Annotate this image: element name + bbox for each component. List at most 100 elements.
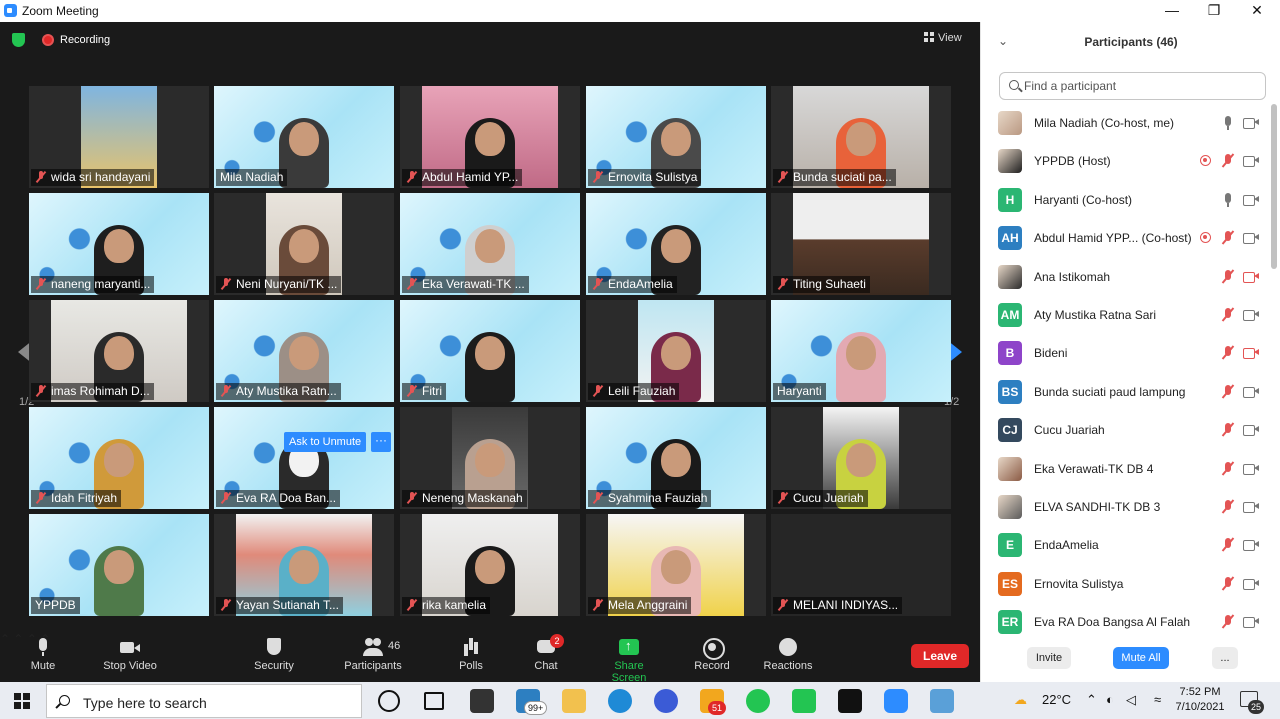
view-button[interactable]: View [924, 32, 962, 44]
mic-muted-icon[interactable] [1221, 461, 1235, 477]
taskbar-search-box[interactable]: Type here to search [46, 684, 362, 718]
task-view-icon[interactable] [424, 692, 444, 710]
video-tile[interactable]: Neni Nuryani/TK ... [214, 193, 394, 295]
mic-muted-icon[interactable] [1221, 499, 1235, 515]
participant-row[interactable]: Eka Verawati-TK DB 4 [981, 450, 1271, 488]
video-tile[interactable]: Aty Mustika Ratn... [214, 300, 394, 402]
mic-muted-icon[interactable] [1221, 614, 1235, 630]
security-shield-icon[interactable] [12, 33, 25, 47]
video-off-icon[interactable] [1243, 347, 1259, 360]
participant-row[interactable]: B Bideni [981, 334, 1271, 372]
share-screen-button[interactable]: Share Screen [596, 638, 662, 684]
mic-muted-icon[interactable] [1221, 384, 1235, 400]
video-options-caret-icon[interactable]: ⌃ [13, 632, 23, 646]
participant-row[interactable]: AM Aty Mustika Ratna Sari [981, 296, 1271, 334]
video-camera-icon[interactable] [1243, 616, 1259, 629]
reactions-button[interactable]: Reactions [760, 638, 816, 672]
participant-row[interactable]: Ana Istikomah [981, 258, 1271, 296]
leave-button[interactable]: Leave [911, 644, 969, 668]
video-tile[interactable]: naneng maryanti... [29, 193, 209, 295]
security-button[interactable]: Security [250, 638, 298, 672]
video-tile[interactable]: Haryanti [771, 300, 951, 402]
windows-start-icon[interactable] [14, 693, 30, 709]
video-tile[interactable]: Bunda suciati pa... [771, 86, 951, 188]
wifi-icon[interactable]: ≈ [1154, 692, 1161, 707]
netflix-icon[interactable] [838, 689, 862, 713]
invite-button[interactable]: Invite [1027, 647, 1071, 669]
spotify-icon[interactable] [746, 689, 770, 713]
video-tile[interactable]: YPPDB [29, 514, 209, 616]
file-explorer-icon[interactable] [562, 689, 586, 713]
video-tile[interactable]: Yayan Sutianah T... [214, 514, 394, 616]
video-tile[interactable]: Mela Anggraini [586, 514, 766, 616]
participant-row[interactable]: H Haryanti (Co-host) [981, 181, 1271, 219]
participant-list-scrollbar[interactable] [1271, 104, 1277, 269]
video-tile[interactable]: Titing Suhaeti [771, 193, 951, 295]
participant-row[interactable]: Mila Nadiah (Co-host, me) [981, 104, 1271, 142]
video-camera-icon[interactable] [1243, 194, 1259, 206]
video-tile[interactable]: Idah Fitriyah [29, 407, 209, 509]
mic-muted-icon[interactable] [1221, 345, 1235, 361]
participant-row[interactable]: ES Ernovita Sulistya [981, 565, 1271, 603]
minimize-button[interactable]: — [1152, 1, 1192, 21]
ask-to-unmute-button[interactable]: Ask to Unmute [284, 432, 367, 452]
video-tile-active-speaker[interactable]: Mila Nadiah [214, 86, 394, 188]
video-tile[interactable]: Neneng Maskanah [400, 407, 580, 509]
video-tile[interactable]: rika kamelia [400, 514, 580, 616]
video-camera-icon[interactable] [1243, 309, 1259, 321]
participant-row[interactable]: ELVA SANDHI-TK DB 3 [981, 488, 1271, 526]
store-icon[interactable] [470, 689, 494, 713]
video-tile[interactable]: Abdul Hamid YP... [400, 86, 580, 188]
video-tile[interactable]: Eka Verawati-TK ... [400, 193, 580, 295]
mute-all-button[interactable]: Mute All [1113, 647, 1169, 669]
mic-muted-icon[interactable] [1221, 537, 1235, 553]
video-tile[interactable]: MELANI INDIYAS... [771, 514, 951, 616]
mic-muted-icon[interactable] [1221, 576, 1235, 592]
video-tile[interactable]: wida sri handayani [29, 86, 209, 188]
video-camera-icon[interactable] [1243, 117, 1259, 129]
video-camera-icon[interactable] [1243, 578, 1259, 590]
video-camera-icon[interactable] [1243, 463, 1259, 475]
video-tile[interactable]: Ernovita Sulistya [586, 86, 766, 188]
participant-row[interactable]: YPPDB (Host) [981, 142, 1271, 180]
video-tile[interactable]: Fitri [400, 300, 580, 402]
zoom-taskbar-icon[interactable] [884, 689, 908, 713]
mute-button[interactable]: Mute [26, 638, 60, 672]
record-button[interactable]: Record [692, 638, 732, 672]
video-camera-icon[interactable] [1243, 155, 1259, 168]
line-messenger-icon[interactable] [792, 689, 816, 713]
video-camera-icon[interactable] [1243, 424, 1259, 437]
video-tile[interactable]: imas Rohimah D... [29, 300, 209, 402]
video-tile[interactable]: Eva RA Doa Ban... [214, 407, 394, 509]
restore-button[interactable]: ❐ [1194, 1, 1234, 21]
participant-row[interactable]: AH Abdul Hamid YPP... (Co-host) [981, 219, 1271, 257]
edge-browser-icon[interactable] [608, 689, 632, 713]
temperature-label[interactable]: 22°C [1042, 692, 1071, 707]
video-camera-icon[interactable] [1243, 539, 1259, 552]
microphone-icon[interactable] [1221, 115, 1235, 131]
participant-search-box[interactable] [999, 72, 1266, 100]
audio-options-caret-icon[interactable]: ⌃ [0, 632, 10, 646]
video-tile[interactable]: Leili Fauziah [586, 300, 766, 402]
video-camera-icon[interactable] [1243, 232, 1259, 245]
weather-icon[interactable]: ☁ [1014, 692, 1027, 708]
mic-muted-icon[interactable] [1221, 153, 1235, 169]
microphone-icon[interactable] [1221, 192, 1235, 208]
mic-muted-icon[interactable] [1221, 230, 1235, 246]
participant-search-input[interactable] [1024, 77, 1254, 95]
close-button[interactable]: ✕ [1237, 1, 1277, 21]
photos-icon[interactable] [930, 689, 954, 713]
polls-button[interactable]: Polls [454, 638, 488, 672]
show-hidden-icons-chevron-icon[interactable]: ⌃ [1086, 692, 1097, 708]
mic-muted-icon[interactable] [1221, 422, 1235, 438]
video-camera-icon[interactable] [1243, 501, 1259, 513]
network-icon[interactable]: ◐ [1106, 692, 1114, 707]
video-tile[interactable]: Syahmina Fauziah [586, 407, 766, 509]
video-tile[interactable]: Cucu Juariah [771, 407, 951, 509]
browser-c-icon[interactable] [654, 689, 678, 713]
mic-muted-icon[interactable] [1221, 307, 1235, 323]
participant-row[interactable]: ER Eva RA Doa Bangsa Al Falah [981, 603, 1271, 636]
cortana-icon[interactable] [378, 690, 400, 712]
mic-muted-icon[interactable] [1221, 269, 1235, 285]
stop-video-button[interactable]: Stop Video [98, 638, 162, 672]
